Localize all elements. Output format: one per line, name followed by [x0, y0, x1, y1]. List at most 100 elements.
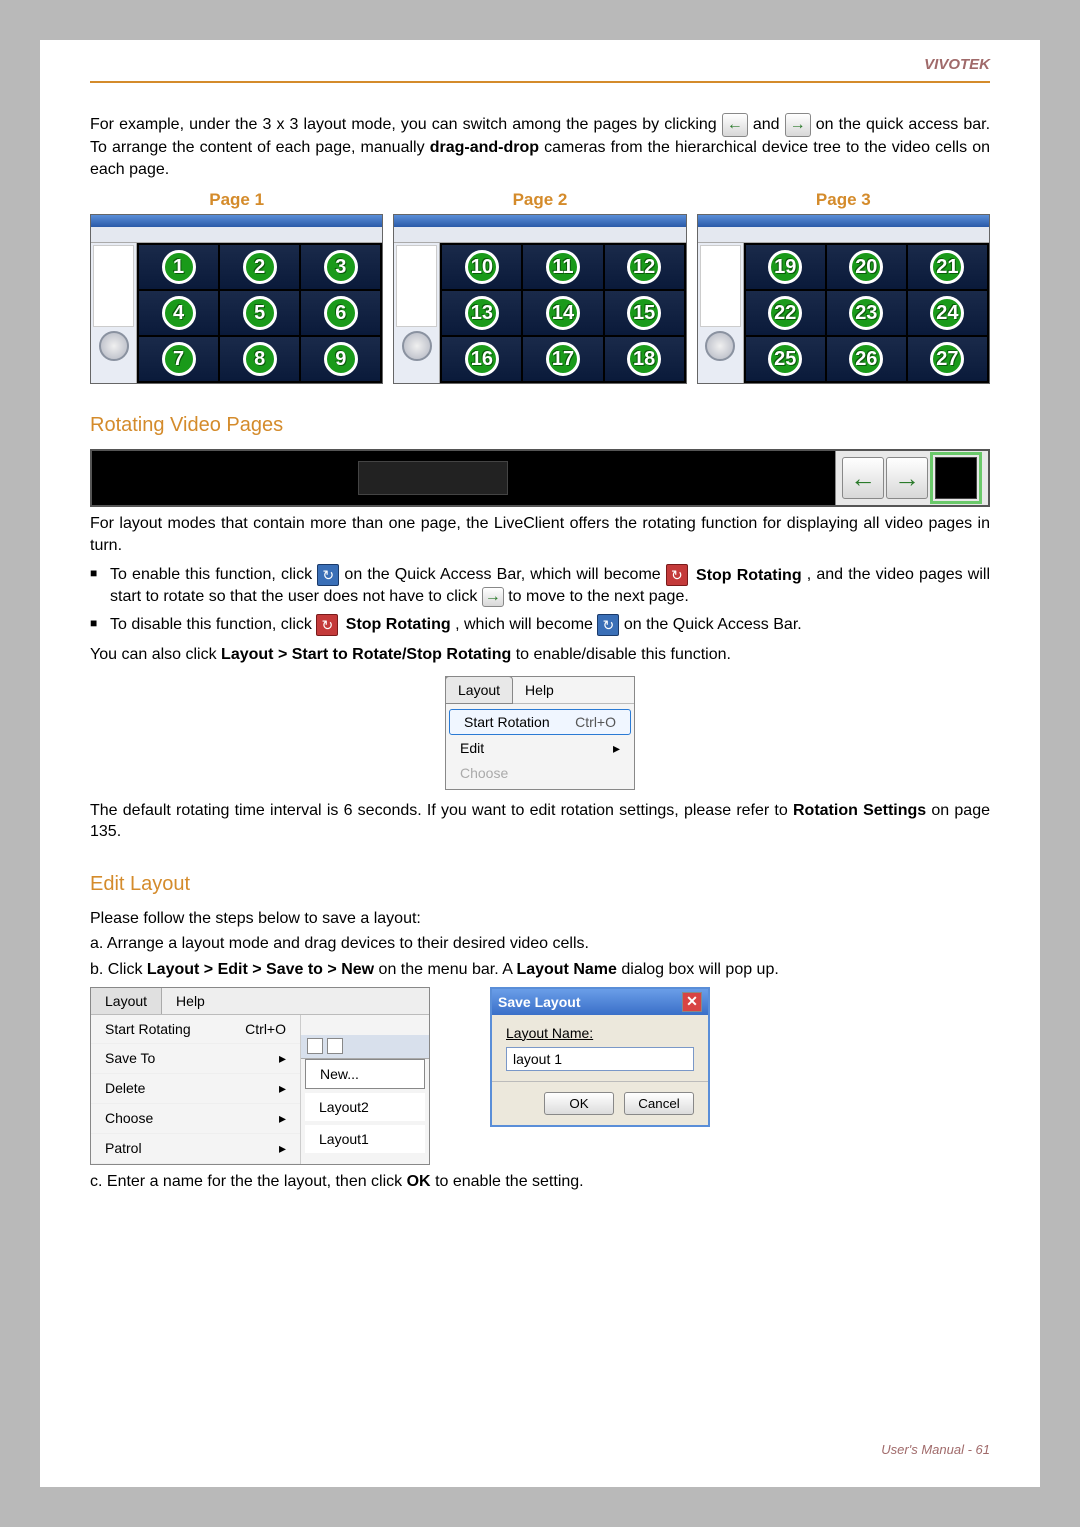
menu-help[interactable]: Help [513, 677, 566, 703]
cell-number: 11 [546, 250, 580, 284]
cell-number: 26 [849, 342, 883, 376]
video-cell[interactable]: 26 [827, 337, 906, 381]
video-cell[interactable]: 13 [442, 291, 521, 335]
cell-number: 13 [465, 296, 499, 330]
label: Edit [460, 740, 484, 757]
label: Start Rotating [105, 1021, 191, 1037]
cell-number: 10 [465, 250, 499, 284]
menu-item-choose[interactable]: Choose [91, 1104, 300, 1134]
stop-rotate-icon[interactable] [666, 564, 688, 586]
video-cell[interactable]: 15 [605, 291, 684, 335]
cancel-button[interactable]: Cancel [624, 1092, 694, 1115]
header-brand: VIVOTEK [40, 40, 1040, 81]
divider [492, 1081, 708, 1082]
edit-step-b: b. Click Layout > Edit > Save to > New o… [90, 959, 990, 981]
menu-col-submenu: New... Layout2 Layout1 [301, 1015, 429, 1164]
video-cell[interactable]: 24 [908, 291, 987, 335]
menu-layout[interactable]: Layout [445, 676, 513, 704]
text: to enable/disable this function. [516, 646, 731, 663]
video-cell[interactable]: 23 [827, 291, 906, 335]
menu-item-start-rotating[interactable]: Start Rotating Ctrl+O [91, 1015, 300, 1044]
page-label: Page 3 [697, 186, 990, 214]
submenu-item-layout1[interactable]: Layout1 [305, 1125, 425, 1153]
device-tree[interactable] [700, 245, 741, 327]
ptz-wheel-icon[interactable] [99, 331, 129, 361]
video-cell[interactable]: 17 [523, 337, 602, 381]
chevron-right-icon [279, 1080, 286, 1097]
video-cell[interactable]: 12 [605, 245, 684, 289]
ok-button[interactable]: OK [544, 1092, 614, 1115]
video-cell[interactable]: 3 [301, 245, 380, 289]
edit-step-a: a. Arrange a layout mode and drag device… [90, 933, 990, 955]
chevron-right-icon [279, 1050, 286, 1067]
cell-number: 17 [546, 342, 580, 376]
header-divider [90, 81, 990, 83]
video-cell[interactable]: 21 [908, 245, 987, 289]
rotate-slot[interactable] [935, 457, 977, 499]
edit-row: Layout Help Start Rotating Ctrl+O Save T… [90, 987, 990, 1165]
bullet-enable: To enable this function, click on the Qu… [90, 564, 990, 608]
video-cell[interactable]: 25 [746, 337, 825, 381]
video-cell[interactable]: 16 [442, 337, 521, 381]
video-cell[interactable]: 14 [523, 291, 602, 335]
label: Choose [105, 1110, 153, 1127]
bold-text: Layout > Edit > Save to > New [147, 961, 374, 978]
stop-rotate-icon[interactable] [316, 614, 338, 636]
menu-item-delete[interactable]: Delete [91, 1074, 300, 1104]
cell-number: 16 [465, 342, 499, 376]
section-rotating-title: Rotating Video Pages [90, 414, 990, 437]
video-cell[interactable]: 6 [301, 291, 380, 335]
video-cell[interactable]: 22 [746, 291, 825, 335]
submenu-item-layout2[interactable]: Layout2 [305, 1093, 425, 1121]
layout-selector[interactable] [358, 461, 508, 495]
video-cell[interactable]: 20 [827, 245, 906, 289]
menu-item-patrol[interactable]: Patrol [91, 1134, 300, 1164]
layout-icon[interactable] [327, 1038, 343, 1054]
video-cell[interactable]: 8 [220, 337, 299, 381]
video-cell[interactable]: 19 [746, 245, 825, 289]
device-tree[interactable] [93, 245, 134, 327]
next-page-button[interactable] [886, 457, 928, 499]
video-cell[interactable]: 27 [908, 337, 987, 381]
menu-item-start-rotation[interactable]: Start Rotation Ctrl+O [449, 709, 631, 735]
video-cell[interactable]: 1 [139, 245, 218, 289]
menu-help[interactable]: Help [162, 988, 219, 1014]
text: on the Quick Access Bar. [624, 616, 802, 633]
edit-step-c: c. Enter a name for the the layout, then… [90, 1171, 990, 1193]
video-cell[interactable]: 11 [523, 245, 602, 289]
bold-text: OK [407, 1173, 431, 1190]
video-cell[interactable]: 2 [220, 245, 299, 289]
layout-name-input[interactable] [506, 1047, 694, 1071]
next-page-icon[interactable] [482, 587, 504, 607]
next-page-icon[interactable] [785, 113, 811, 137]
cell-number: 4 [162, 296, 196, 330]
cell-number: 23 [849, 296, 883, 330]
video-cell[interactable]: 5 [220, 291, 299, 335]
cell-number: 8 [243, 342, 277, 376]
layout-menu: Layout Help Start Rotation Ctrl+O Edit C… [445, 676, 635, 790]
menu-layout[interactable]: Layout [91, 988, 162, 1014]
start-rotate-icon[interactable] [597, 614, 619, 636]
text: to move to the next page. [508, 588, 689, 605]
close-button[interactable]: ✕ [682, 992, 702, 1012]
ptz-wheel-icon[interactable] [402, 331, 432, 361]
video-cell[interactable]: 18 [605, 337, 684, 381]
video-cell[interactable]: 9 [301, 337, 380, 381]
viewer-2: 10 11 12 13 14 15 16 17 18 [393, 214, 686, 384]
submenu-item-new[interactable]: New... [305, 1059, 425, 1089]
prev-page-icon[interactable] [722, 113, 748, 137]
layout-icon[interactable] [307, 1038, 323, 1054]
video-cell[interactable]: 10 [442, 245, 521, 289]
start-rotate-icon[interactable] [317, 564, 339, 586]
submenu-toolbar [301, 1035, 429, 1059]
video-cell[interactable]: 4 [139, 291, 218, 335]
menu-item-save-to[interactable]: Save To [91, 1044, 300, 1074]
menu-item-choose: Choose [446, 761, 634, 785]
prev-page-button[interactable] [842, 457, 884, 499]
menu-item-edit[interactable]: Edit [446, 736, 634, 761]
ptz-wheel-icon[interactable] [705, 331, 735, 361]
video-cell[interactable]: 7 [139, 337, 218, 381]
text: on the Quick Access Bar, which will beco… [344, 567, 665, 584]
device-tree[interactable] [396, 245, 437, 327]
edit-lead: Please follow the steps below to save a … [90, 908, 990, 930]
